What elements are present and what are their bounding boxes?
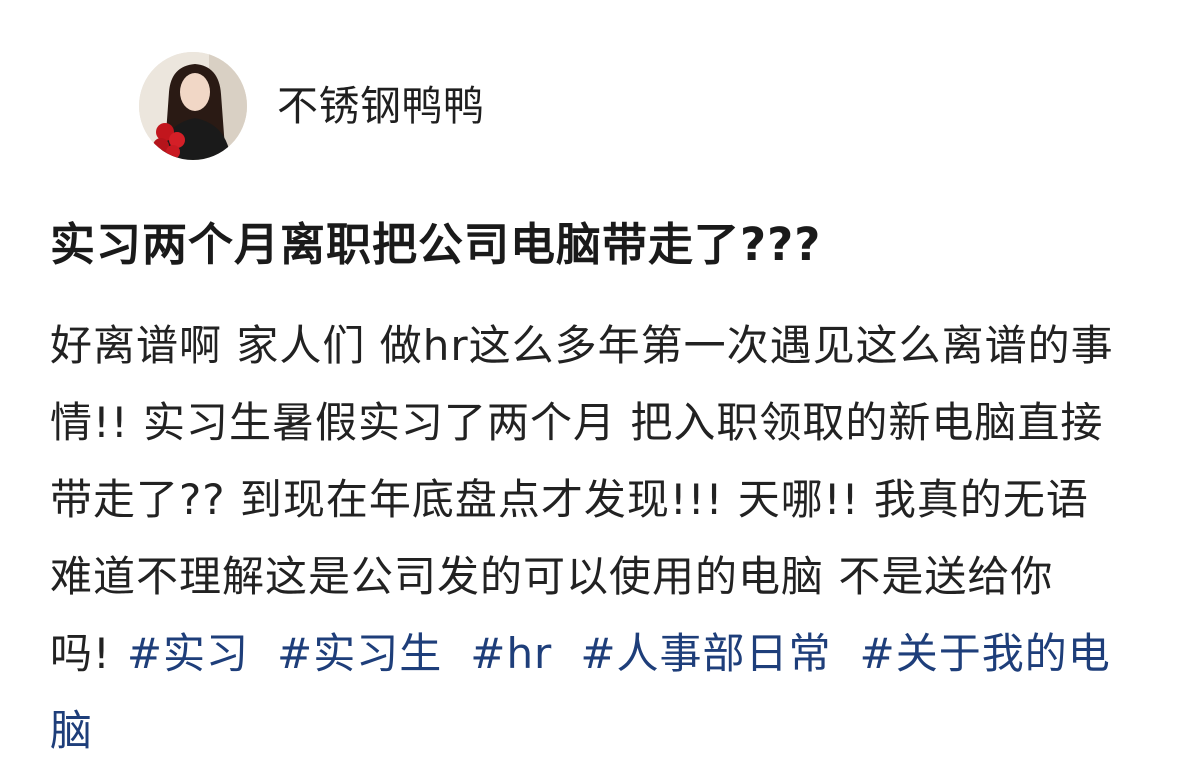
post-title: 实习两个月离职把公司电脑带走了??? <box>50 218 822 271</box>
author-row[interactable]: 不锈钢鸭鸭 <box>139 52 485 160</box>
hashtag-link[interactable]: #人事部日常 <box>580 629 831 678</box>
post-body-text: 好离谱啊 家人们 做hr这么多年第一次遇见这么离谱的事情!! 实习生暑假实习了两… <box>50 321 1114 678</box>
hashtag-link[interactable]: #实习 <box>127 629 249 678</box>
author-name[interactable]: 不锈钢鸭鸭 <box>277 85 485 127</box>
hashtag-link[interactable]: #实习生 <box>277 629 442 678</box>
post-body: 好离谱啊 家人们 做hr这么多年第一次遇见这么离谱的事情!! 实习生暑假实习了两… <box>50 307 1140 769</box>
avatar-image <box>139 52 247 160</box>
avatar[interactable] <box>139 52 247 160</box>
hashtag-link[interactable]: #hr <box>470 629 552 678</box>
